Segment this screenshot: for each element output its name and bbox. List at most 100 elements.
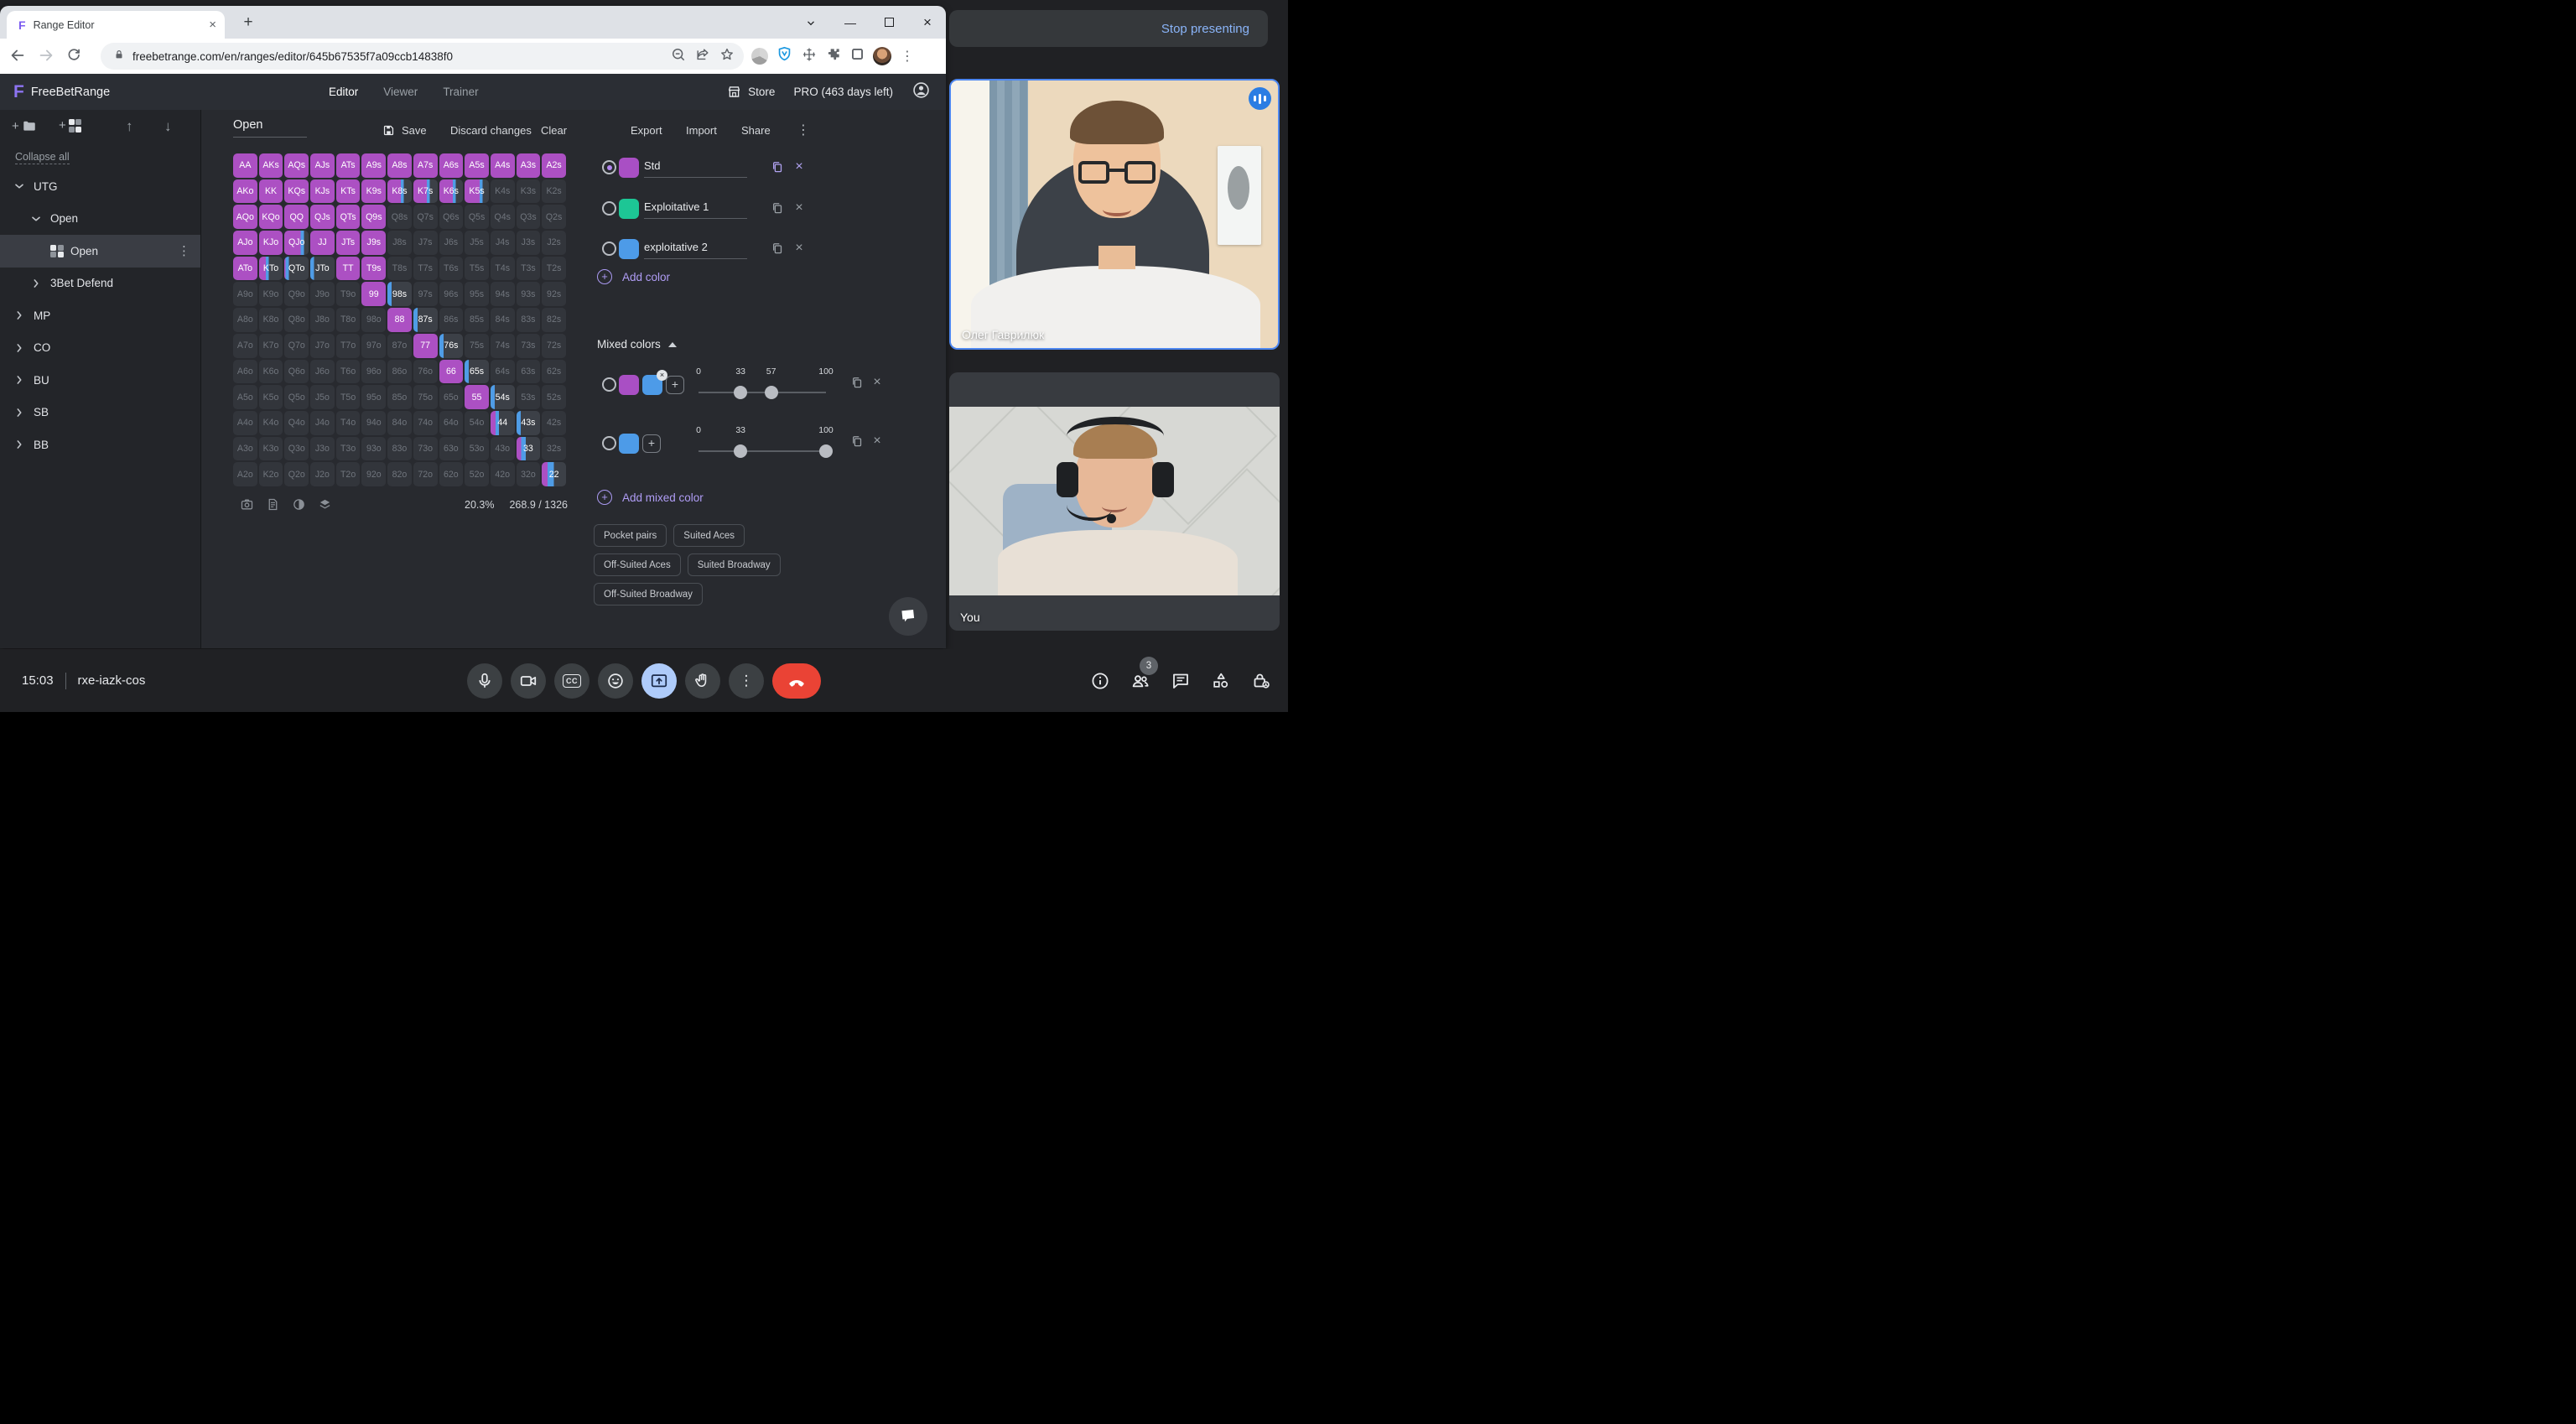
- grid-cell[interactable]: 42o: [491, 462, 515, 486]
- color-radio[interactable]: [602, 242, 616, 256]
- grid-cell[interactable]: 66: [439, 360, 464, 384]
- chevron-right-icon[interactable]: [13, 374, 25, 386]
- grid-cell[interactable]: K5o: [259, 385, 283, 409]
- delete-color-icon[interactable]: ×: [792, 241, 807, 256]
- grid-cell[interactable]: K7o: [259, 334, 283, 358]
- new-tab-button[interactable]: +: [238, 13, 258, 34]
- grid-cell[interactable]: 52s: [542, 385, 566, 409]
- grid-cell[interactable]: Q8o: [284, 308, 309, 332]
- grid-cell[interactable]: T2s: [542, 257, 566, 281]
- grid-cell[interactable]: ATs: [336, 153, 361, 178]
- color-radio[interactable]: [602, 160, 616, 174]
- move-up-icon[interactable]: ↑: [126, 118, 133, 135]
- grid-cell[interactable]: JTs: [336, 231, 361, 255]
- grid-cell[interactable]: 98o: [361, 308, 386, 332]
- window-restore-down-icon[interactable]: [805, 17, 818, 29]
- grid-cell[interactable]: QTo: [284, 257, 309, 281]
- grid-cell[interactable]: 72s: [542, 334, 566, 358]
- grid-cell[interactable]: J3s: [517, 231, 541, 255]
- grid-cell[interactable]: JJ: [310, 231, 335, 255]
- grid-cell[interactable]: A8o: [233, 308, 257, 332]
- reactions-button[interactable]: [598, 663, 633, 699]
- sidebar-range-item[interactable]: Open⋮: [0, 235, 200, 268]
- chat-widget-button[interactable]: [889, 597, 927, 636]
- browser-tab[interactable]: F Range Editor ×: [7, 11, 225, 39]
- grid-cell[interactable]: A3s: [517, 153, 541, 178]
- grid-cell[interactable]: 82s: [542, 308, 566, 332]
- grid-cell[interactable]: T6o: [336, 360, 361, 384]
- chevron-right-icon[interactable]: [13, 309, 25, 321]
- grid-cell[interactable]: 75s: [465, 334, 489, 358]
- sidebar-position-item[interactable]: 3Bet Defend: [0, 268, 200, 300]
- app-logo[interactable]: F FreeBetRange: [13, 83, 110, 101]
- forward-icon[interactable]: [37, 46, 57, 66]
- grid-cell[interactable]: QJs: [310, 205, 335, 229]
- grid-cell[interactable]: T7o: [336, 334, 361, 358]
- grid-cell[interactable]: 85s: [465, 308, 489, 332]
- grid-cell[interactable]: Q5o: [284, 385, 309, 409]
- grid-cell[interactable]: K7s: [413, 179, 438, 204]
- grid-cell[interactable]: K9o: [259, 282, 283, 306]
- weight-slider-track[interactable]: [699, 392, 826, 393]
- raise-hand-button[interactable]: [685, 663, 720, 699]
- mic-button[interactable]: [467, 663, 502, 699]
- tab-close-icon[interactable]: ×: [209, 18, 216, 31]
- range-name-input[interactable]: Open: [233, 118, 307, 138]
- save-button[interactable]: Save: [382, 121, 427, 139]
- grid-cell[interactable]: 42s: [542, 411, 566, 435]
- grid-cell[interactable]: ATo: [233, 257, 257, 281]
- grid-cell[interactable]: 76o: [413, 360, 438, 384]
- sidebar-position-item[interactable]: BB: [0, 429, 200, 461]
- grid-cell[interactable]: 43o: [491, 437, 515, 461]
- grid-cell[interactable]: AKs: [259, 153, 283, 178]
- add-range-button[interactable]: +: [59, 118, 81, 133]
- delete-color-icon[interactable]: ×: [792, 200, 807, 216]
- grid-cell[interactable]: KJo: [259, 231, 283, 255]
- add-folder-button[interactable]: +: [12, 118, 37, 133]
- grid-cell[interactable]: AQs: [284, 153, 309, 178]
- grid-cell[interactable]: 87o: [387, 334, 412, 358]
- grid-cell[interactable]: K3o: [259, 437, 283, 461]
- grid-cell[interactable]: K8o: [259, 308, 283, 332]
- grid-cell[interactable]: K6s: [439, 179, 464, 204]
- window-close-icon[interactable]: ×: [921, 14, 934, 31]
- activities-button[interactable]: [1211, 671, 1231, 691]
- grid-cell[interactable]: T6s: [439, 257, 464, 281]
- grid-cell[interactable]: 83o: [387, 437, 412, 461]
- chat-button[interactable]: [1171, 671, 1191, 691]
- grid-cell[interactable]: JTo: [310, 257, 335, 281]
- grid-cell[interactable]: KK: [259, 179, 283, 204]
- leave-call-button[interactable]: [772, 663, 821, 699]
- grid-cell[interactable]: A9o: [233, 282, 257, 306]
- grid-cell[interactable]: 77: [413, 334, 438, 358]
- grid-cell[interactable]: K6o: [259, 360, 283, 384]
- grid-cell[interactable]: QTs: [336, 205, 361, 229]
- grid-cell[interactable]: J9o: [310, 282, 335, 306]
- grid-cell[interactable]: 92o: [361, 462, 386, 486]
- mixed-swatch[interactable]: [619, 375, 639, 395]
- quick-select-button[interactable]: Pocket pairs: [594, 524, 667, 547]
- grid-cell[interactable]: A2s: [542, 153, 566, 178]
- chevron-right-icon[interactable]: [13, 439, 25, 450]
- grid-cell[interactable]: Q9o: [284, 282, 309, 306]
- weight-slider-track[interactable]: [699, 450, 826, 452]
- grid-cell[interactable]: 72o: [413, 462, 438, 486]
- grid-cell[interactable]: A2o: [233, 462, 257, 486]
- color-name-input[interactable]: Std: [644, 159, 661, 172]
- grid-cell[interactable]: 94s: [491, 282, 515, 306]
- grid-cell[interactable]: 94o: [361, 411, 386, 435]
- extension-sidebar-icon[interactable]: [849, 46, 865, 66]
- grid-cell[interactable]: T8o: [336, 308, 361, 332]
- grid-cell[interactable]: 96s: [439, 282, 464, 306]
- grid-cell[interactable]: A7s: [413, 153, 438, 178]
- grid-cell[interactable]: 99: [361, 282, 386, 306]
- clear-button[interactable]: Clear: [541, 121, 567, 139]
- grid-cell[interactable]: 93s: [517, 282, 541, 306]
- grid-cell[interactable]: 88: [387, 308, 412, 332]
- sidebar-position-item[interactable]: MP: [0, 299, 200, 332]
- copy-icon[interactable]: [770, 241, 785, 256]
- grid-cell[interactable]: Q7s: [413, 205, 438, 229]
- camera-button[interactable]: [511, 663, 546, 699]
- delete-mixed-icon[interactable]: ×: [870, 375, 885, 390]
- grid-cell[interactable]: T5o: [336, 385, 361, 409]
